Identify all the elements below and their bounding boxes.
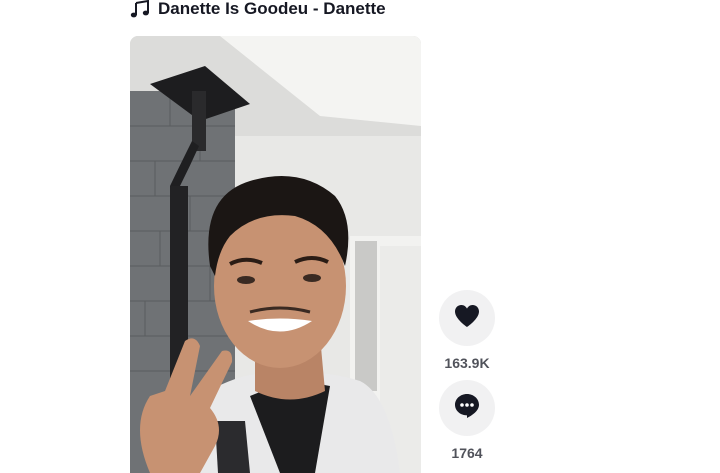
music-title: Danette Is Goodeu - Danette [158,0,386,18]
like-count: 163.9K [444,355,490,371]
action-bar: 163.9K 1764 [439,290,495,470]
video-thumbnail [130,36,421,473]
music-note-icon [130,0,150,18]
like-button[interactable] [439,290,495,346]
video-player[interactable] [130,36,421,473]
comment-button[interactable] [439,380,495,436]
comment-count: 1764 [451,445,483,461]
music-link[interactable]: Danette Is Goodeu - Danette [130,0,386,18]
comment-bubble-icon [454,393,480,424]
heart-icon [454,304,480,333]
